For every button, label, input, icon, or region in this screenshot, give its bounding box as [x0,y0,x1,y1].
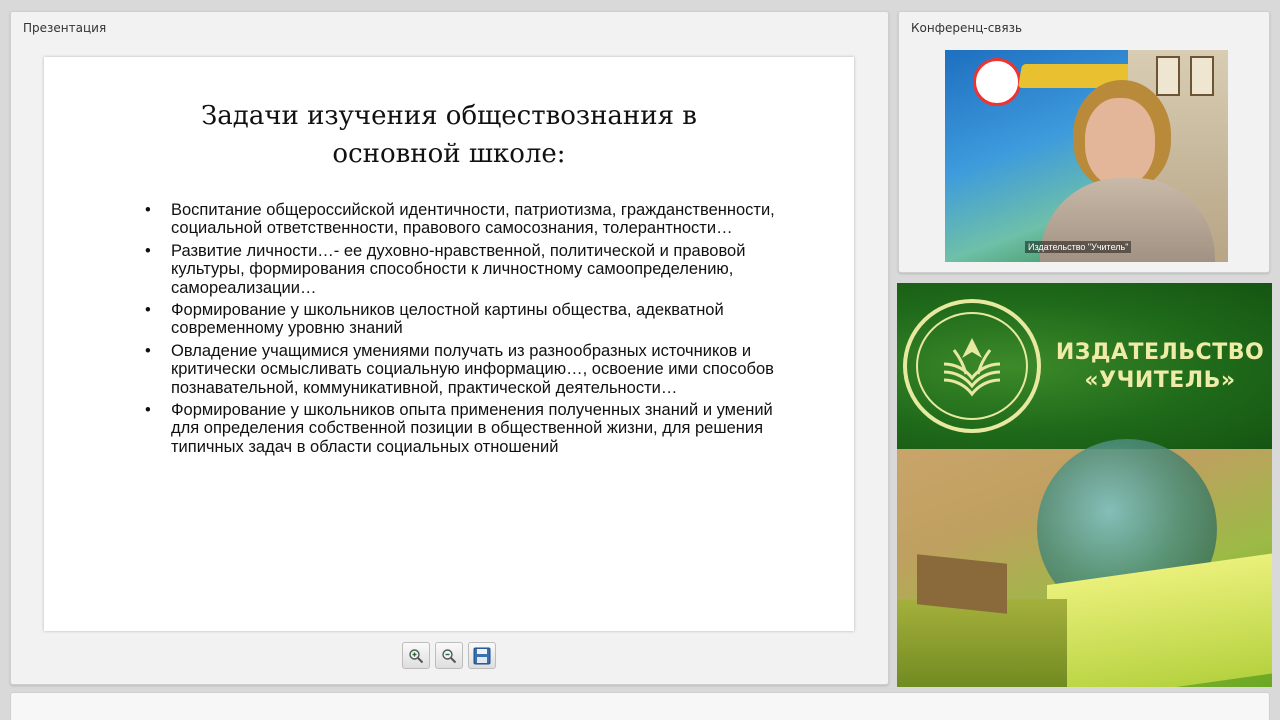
slide-bullet: Формирование у школьников целостной карт… [144,301,784,338]
books-image [917,554,1007,614]
conference-panel: Конференц-связь Издательство "Учитель" [898,11,1270,273]
open-book-emblem-icon [943,338,1001,397]
slide-bullet: Воспитание общероссийской идентичности, … [144,201,784,238]
bottom-panel [10,692,1270,720]
slide: Задачи изучения обществознания в основно… [44,57,854,631]
slide-bullet-list: Воспитание общероссийской идентичности, … [144,201,784,460]
publisher-image [897,439,1272,687]
zoom-out-icon [442,648,457,663]
slide-bullet: Развитие личности…- ее духовно-нравствен… [144,242,784,297]
publisher-name-line1: ИЗДАТЕЛЬСТВО [1055,340,1265,365]
slide-bullet: Овладение учащимися умениями получать из… [144,342,784,397]
banner-logo-icon [973,58,1021,106]
wall-frame [1156,56,1180,96]
zoom-in-icon [409,648,424,663]
video-feed[interactable]: Издательство "Учитель" [945,50,1228,262]
books-image [897,599,1067,687]
publisher-header: ИЗДАТЕЛЬСТВО «УЧИТЕЛЬ» [897,283,1272,449]
save-button[interactable] [468,642,496,669]
zoom-in-button[interactable] [402,642,430,669]
speaker-face [1085,98,1155,186]
wall-frame [1190,56,1214,96]
floppy-disk-icon [473,647,491,664]
zoom-out-button[interactable] [435,642,463,669]
presentation-panel: Презентация Задачи изучения обществознан… [10,11,889,685]
publisher-name-line2: «УЧИТЕЛЬ» [1084,368,1236,393]
publisher-logo-inner [916,312,1028,420]
slide-toolbar [402,642,496,669]
presentation-panel-title: Презентация [23,21,107,35]
publisher-logo-icon [903,299,1041,433]
slide-bullet: Формирование у школьников опыта применен… [144,401,784,456]
conference-panel-title: Конференц-связь [911,21,1023,35]
publisher-name: ИЗДАТЕЛЬСТВО «УЧИТЕЛЬ» [1055,339,1265,395]
slide-title: Задачи изучения обществознания в основно… [201,101,697,169]
video-caption: Издательство "Учитель" [1025,241,1132,253]
publisher-banner: ИЗДАТЕЛЬСТВО «УЧИТЕЛЬ» [897,283,1272,687]
